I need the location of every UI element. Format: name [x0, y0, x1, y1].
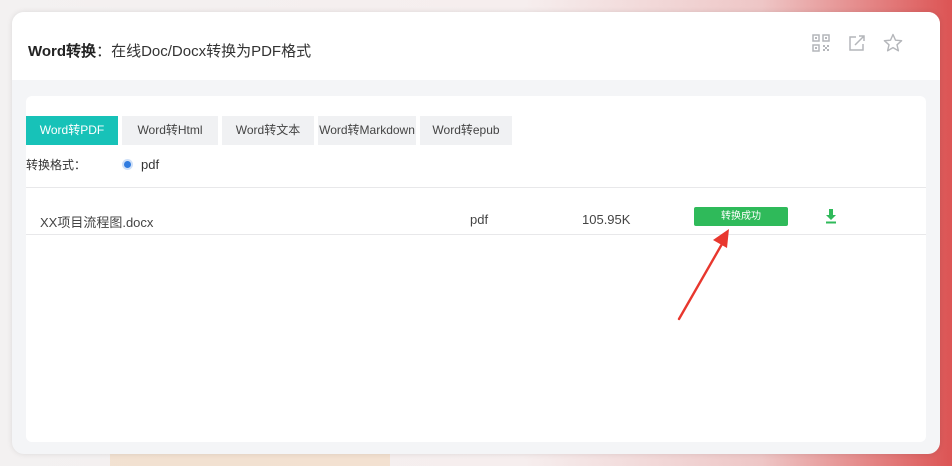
tab-word-to-html[interactable]: Word转Html [122, 116, 218, 145]
convert-success-button[interactable]: 转换成功 [694, 207, 788, 226]
format-label: 转换格式： [26, 158, 87, 172]
tab-word-to-epub[interactable]: Word转epub [420, 116, 512, 145]
download-icon[interactable] [824, 208, 838, 227]
divider [26, 187, 926, 188]
share-icon[interactable] [846, 32, 868, 54]
file-name: XX项目流程图.docx [40, 215, 154, 230]
qrcode-icon[interactable] [810, 32, 832, 54]
conversion-panel: Word转PDF Word转Html Word转文本 Word转Markdown… [26, 96, 926, 442]
format-row: 转换格式： pdf [26, 156, 159, 173]
tab-word-to-markdown[interactable]: Word转Markdown [318, 116, 416, 145]
converter-card: Word转换：在线Doc/Docx转换为PDF格式 Word转PDF Word转… [12, 12, 940, 454]
file-size: 105.95K [582, 212, 631, 227]
page-title: Word转换：在线Doc/Docx转换为PDF格式 [28, 40, 311, 61]
conversion-tabs: Word转PDF Word转Html Word转文本 Word转Markdown… [26, 116, 512, 145]
pdf-radio[interactable] [124, 161, 132, 168]
background-strip [110, 452, 390, 466]
tab-word-to-text[interactable]: Word转文本 [222, 116, 314, 145]
divider [26, 234, 926, 235]
page-title-subtitle: ：在线Doc/Docx转换为PDF格式 [96, 43, 312, 60]
file-type: pdf [470, 212, 489, 227]
page-title-bold: Word转换 [28, 43, 97, 60]
star-icon[interactable] [882, 32, 904, 54]
pdf-option-label[interactable]: pdf [141, 157, 159, 172]
tab-word-to-pdf[interactable]: Word转PDF [26, 116, 118, 145]
header: Word转换：在线Doc/Docx转换为PDF格式 [12, 12, 940, 80]
header-actions [810, 32, 904, 54]
